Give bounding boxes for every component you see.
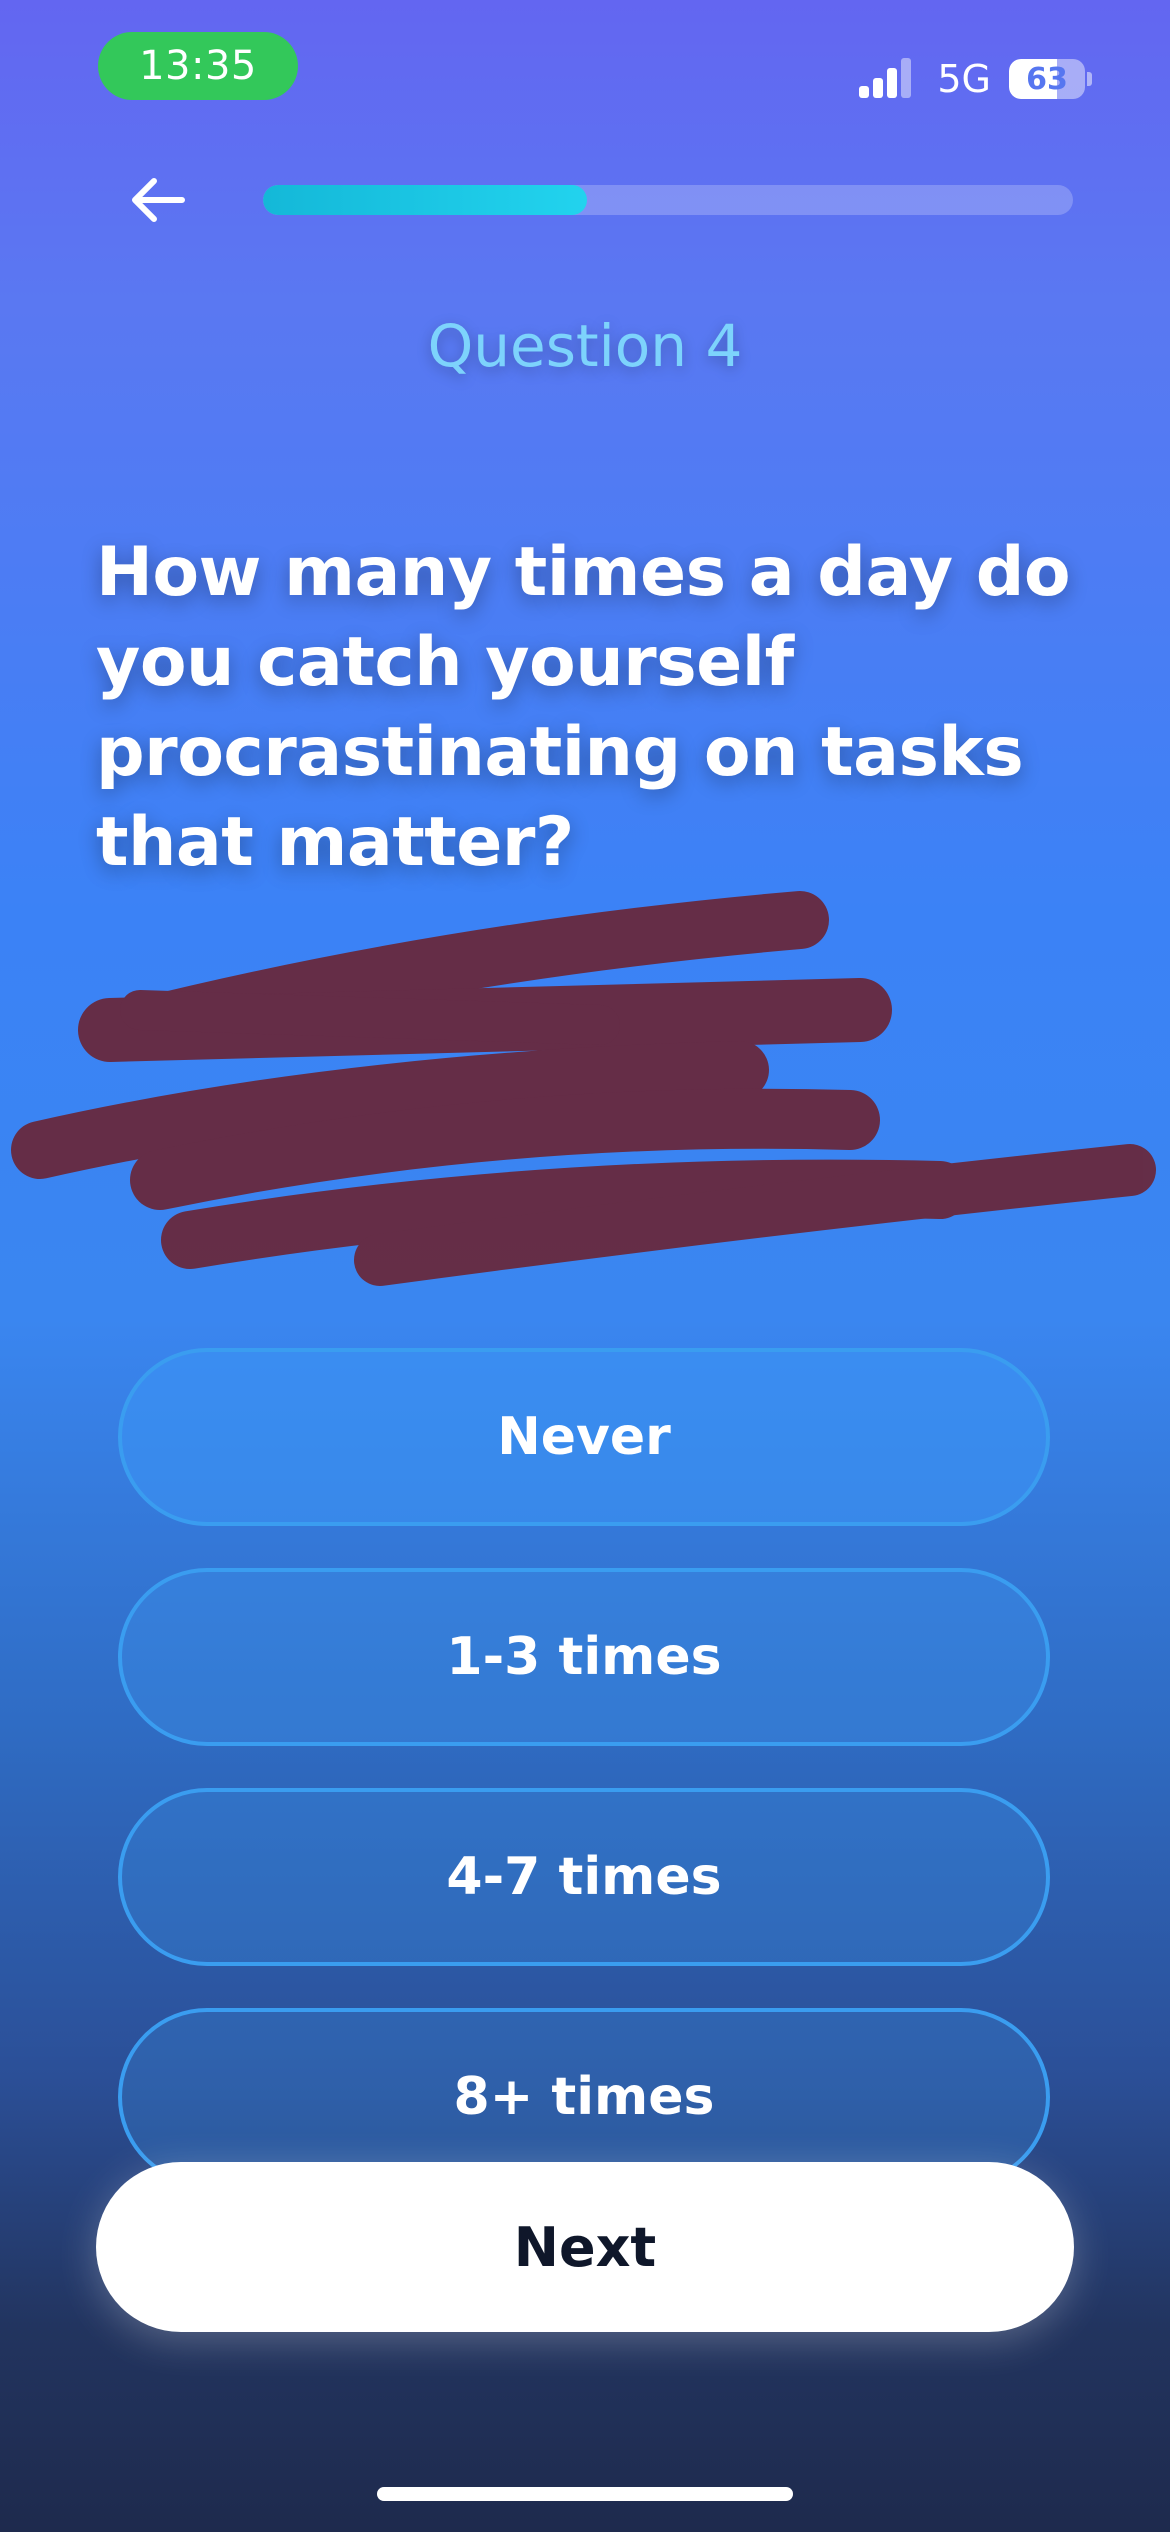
arrow-left-icon bbox=[132, 178, 185, 222]
signal-strength-icon bbox=[859, 58, 912, 98]
redaction-scribble bbox=[11, 891, 1156, 1286]
next-button[interactable]: Next bbox=[96, 2162, 1074, 2332]
status-indicators: 5G 63 bbox=[859, 52, 1092, 106]
question-text: How many times a day do you catch yourse… bbox=[96, 533, 1071, 882]
back-button[interactable] bbox=[118, 160, 198, 240]
progress-fill bbox=[263, 185, 587, 215]
battery-level: 63 bbox=[1026, 61, 1068, 97]
battery-tip bbox=[1087, 72, 1092, 86]
battery-icon: 63 bbox=[1009, 59, 1085, 99]
home-indicator bbox=[377, 2487, 793, 2501]
network-type: 5G bbox=[937, 57, 991, 101]
option-8-plus-times[interactable]: 8+ times bbox=[118, 2008, 1050, 2186]
option-1-3-times[interactable]: 1-3 times bbox=[118, 1568, 1050, 1746]
option-never[interactable]: Never bbox=[118, 1348, 1050, 1526]
option-4-7-times[interactable]: 4-7 times bbox=[118, 1788, 1050, 1966]
status-time: 13:35 bbox=[98, 32, 298, 100]
question-number: Question 4 bbox=[427, 312, 743, 380]
progress-bar bbox=[263, 185, 1073, 215]
